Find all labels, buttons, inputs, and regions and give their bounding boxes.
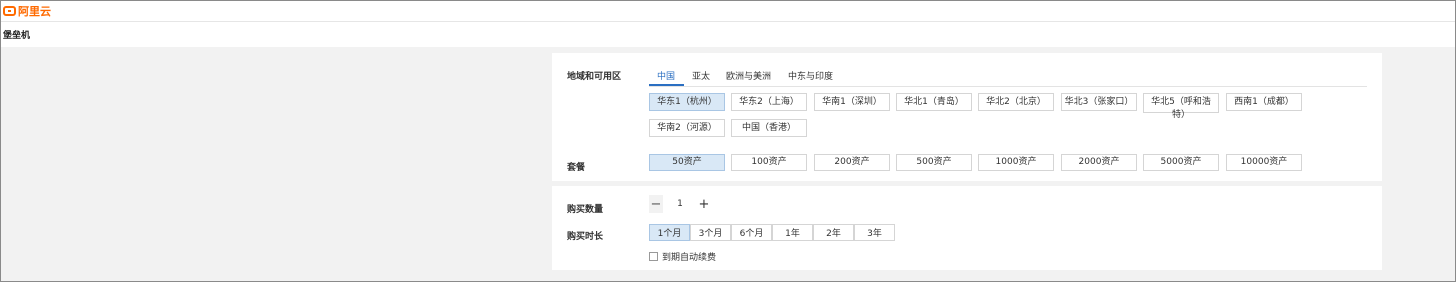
purchase-card: 购买数量 − 1 + 购买时长 1个月 3个月 6个月 1年 2年 3年 到期自… <box>552 186 1382 270</box>
duration-option-1-month[interactable]: 1个月 <box>649 224 690 241</box>
plan-option-2000[interactable]: 2000资产 <box>1061 154 1137 171</box>
quantity-stepper: − 1 + <box>649 195 711 213</box>
logo-text: 阿里云 <box>18 5 51 18</box>
region-option-beijing[interactable]: 华北2（北京） <box>978 93 1054 111</box>
region-option-qingdao[interactable]: 华北1（青岛） <box>896 93 972 111</box>
tab-china[interactable]: 中国 <box>657 69 675 82</box>
duration-option-1-year[interactable]: 1年 <box>772 224 813 241</box>
region-label: 地域和可用区 <box>567 72 622 82</box>
duration-option-2-years[interactable]: 2年 <box>813 224 854 241</box>
logo[interactable]: 阿里云 <box>3 3 51 19</box>
decrease-button[interactable]: − <box>649 195 663 213</box>
duration-option-3-years[interactable]: 3年 <box>854 224 895 241</box>
region-option-heyuan[interactable]: 华南2（河源） <box>649 119 725 137</box>
region-tabs: 中国 亚太 欧洲与美洲 中东与印度 <box>649 65 1367 87</box>
region-plan-card: 地域和可用区 中国 亚太 欧洲与美洲 中东与印度 华东1（杭州） 华东2（上海）… <box>552 53 1382 181</box>
quantity-input[interactable]: 1 <box>663 199 697 209</box>
region-option-chengdu[interactable]: 西南1（成都） <box>1226 93 1302 111</box>
plan-option-50[interactable]: 50资产 <box>649 154 725 171</box>
auto-renew-label: 到期自动续费 <box>662 253 717 263</box>
plan-option-5000[interactable]: 5000资产 <box>1143 154 1219 171</box>
plan-option-200[interactable]: 200资产 <box>814 154 890 171</box>
active-tab-indicator <box>649 84 684 86</box>
region-option-zhangjiakou[interactable]: 华北3（张家口） <box>1061 93 1137 111</box>
duration-option-6-months[interactable]: 6个月 <box>731 224 772 241</box>
checkbox-box[interactable] <box>649 252 658 261</box>
plan-option-500[interactable]: 500资产 <box>896 154 972 171</box>
plan-option-10000[interactable]: 10000资产 <box>1226 154 1302 171</box>
auto-renew-checkbox[interactable]: 到期自动续费 <box>649 250 716 263</box>
region-option-hongkong[interactable]: 中国（香港） <box>731 119 807 137</box>
tab-asia-pacific[interactable]: 亚太 <box>692 69 710 82</box>
top-bar: 阿里云 <box>1 1 1455 22</box>
quantity-label: 购买数量 <box>567 205 604 215</box>
region-option-huhehaote[interactable]: 华北5（呼和浩特） <box>1143 93 1219 120</box>
tab-europe-americas[interactable]: 欧洲与美洲 <box>726 69 771 82</box>
region-option-hangzhou[interactable]: 华东1（杭州） <box>649 93 725 111</box>
region-option-shenzhen[interactable]: 华南1（深圳） <box>814 93 890 111</box>
tab-middle-east-india[interactable]: 中东与印度 <box>788 69 833 82</box>
duration-option-3-months[interactable]: 3个月 <box>690 224 731 241</box>
page-title: 堡垒机 <box>3 31 31 41</box>
plan-option-1000[interactable]: 1000资产 <box>978 154 1054 171</box>
aliyun-logo-icon <box>3 6 16 16</box>
plan-label: 套餐 <box>567 163 586 173</box>
duration-label: 购买时长 <box>567 232 604 242</box>
app-frame: 阿里云 堡垒机 地域和可用区 中国 亚太 欧洲与美洲 中东与印度 华东1（杭州）… <box>0 0 1456 282</box>
plan-option-100[interactable]: 100资产 <box>731 154 807 171</box>
title-bar: 堡垒机 <box>1 22 1455 47</box>
region-option-shanghai[interactable]: 华东2（上海） <box>731 93 807 111</box>
increase-button[interactable]: + <box>697 195 711 213</box>
